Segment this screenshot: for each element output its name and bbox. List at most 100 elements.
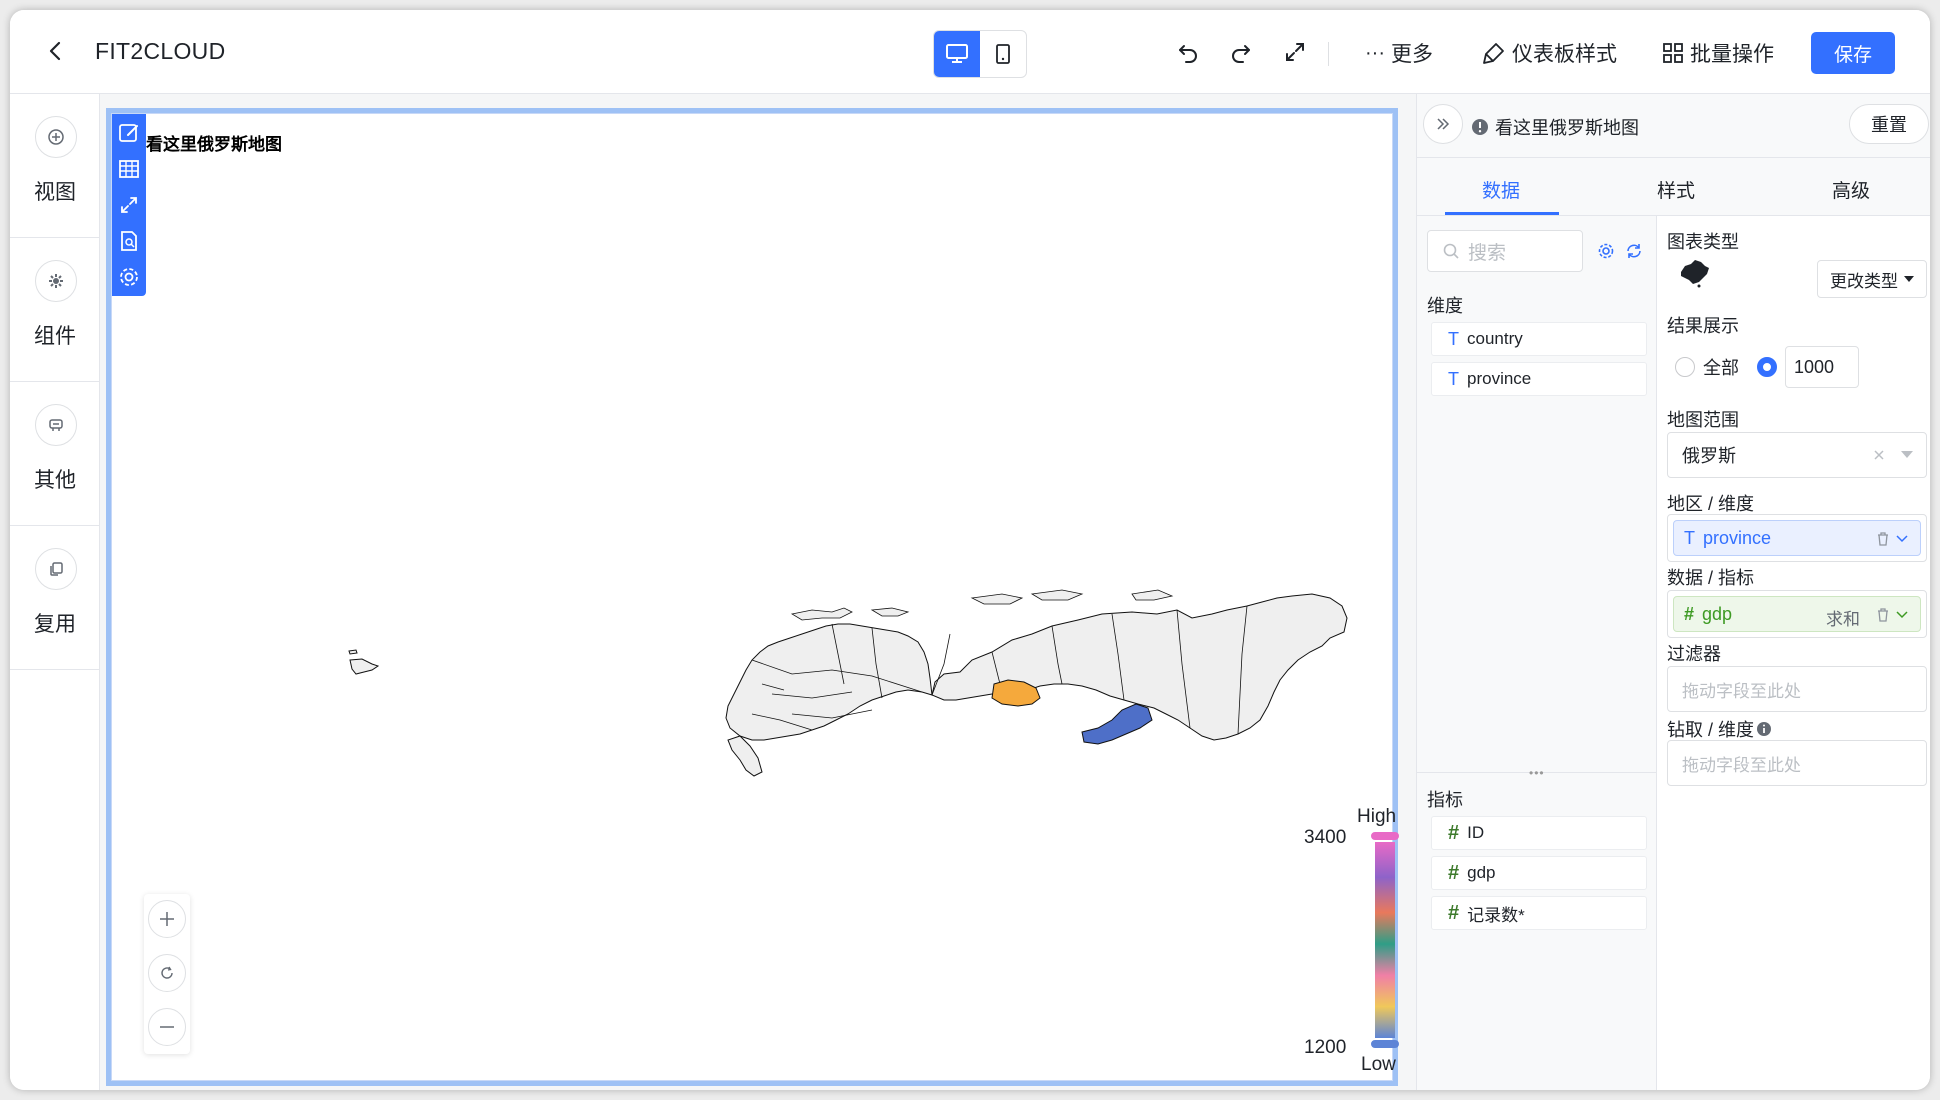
view-details-icon[interactable] (114, 226, 144, 256)
metric-field-record-count[interactable]: # 记录数* (1431, 896, 1647, 930)
metric-field-gdp[interactable]: # gdp (1431, 856, 1647, 890)
legend-high-label: High (1357, 806, 1397, 827)
more-label: 更多 (1390, 43, 1433, 66)
number-type-icon: # (1448, 861, 1460, 884)
panel-title-text: 看这里俄罗斯地图 (1495, 118, 1639, 138)
drag-handle-icon[interactable]: ••• (1529, 766, 1545, 780)
field-name: 记录数* (1467, 905, 1525, 925)
settings-icon[interactable] (114, 262, 144, 292)
metric-field-id[interactable]: # ID (1431, 816, 1647, 850)
result-all-label: 全部 (1703, 358, 1739, 378)
table-icon[interactable] (114, 154, 144, 184)
dimension-field-province[interactable]: T province (1431, 362, 1647, 396)
copy-icon (35, 548, 77, 590)
result-display-label: 结果展示 (1667, 316, 1739, 336)
batch-operation-button[interactable]: 批量操作 (1662, 36, 1774, 70)
map-range-select[interactable]: 俄罗斯 (1667, 432, 1927, 478)
map-chart-widget[interactable]: 看这里俄罗斯地图 High 3400 1200 Low (106, 108, 1399, 1086)
dimension-field-country[interactable]: T country (1431, 322, 1647, 356)
sidebar-item-label: 其他 (34, 469, 76, 492)
component-sidebar: 视图 组件 其他 复用 (10, 94, 100, 1090)
filter-label: 过滤器 (1667, 644, 1721, 664)
tab-advanced[interactable]: 高级 (1832, 176, 1870, 203)
sidebar-item-component[interactable]: 组件 (10, 238, 100, 382)
dashboard-style-button[interactable]: 仪表板样式 (1482, 36, 1617, 70)
result-all-radio[interactable] (1675, 357, 1695, 377)
field-settings-button[interactable] (1595, 240, 1617, 262)
area-dimension-label: 地区 / 维度 (1667, 494, 1755, 514)
filter-dropzone[interactable]: 拖动字段至此处 (1667, 666, 1927, 712)
field-name: province (1467, 369, 1532, 388)
widget-title: 看这里俄罗斯地图 (146, 135, 282, 154)
reset-button[interactable]: 重置 (1849, 104, 1929, 144)
gear-icon (35, 260, 77, 302)
drill-label: 钻取 / 维度 (1667, 720, 1755, 740)
number-type-icon: # (1684, 603, 1695, 624)
ellipsis-icon: ··· (1365, 41, 1385, 64)
chevron-left-icon (49, 41, 61, 61)
info-icon (1472, 119, 1488, 135)
zoom-in-button[interactable] (148, 900, 186, 938)
result-limit-input[interactable]: 1000 (1785, 346, 1859, 388)
widget-edit-toolbar (112, 114, 146, 296)
map-range-value: 俄罗斯 (1682, 446, 1736, 466)
back-button[interactable] (38, 34, 72, 68)
result-display-options: 全部 1000 (1675, 346, 1859, 388)
dimension-section-label: 维度 (1427, 296, 1463, 316)
text-type-icon: T (1448, 368, 1459, 389)
zoom-reset-button[interactable] (148, 954, 186, 992)
change-type-button[interactable]: 更改类型 (1817, 260, 1927, 298)
legend-high-handle (1371, 832, 1399, 840)
data-metric-dropzone[interactable]: # gdp 求和 (1667, 590, 1927, 638)
tab-style[interactable]: 样式 (1657, 176, 1695, 203)
area-dimension-chip[interactable]: T province (1673, 520, 1921, 556)
field-search-input[interactable]: 搜索 (1427, 230, 1583, 272)
collapse-panel-button[interactable] (1423, 104, 1463, 144)
field-name: country (1467, 329, 1523, 348)
map-zoom-controls (144, 894, 190, 1054)
sidebar-item-other[interactable]: 其他 (10, 382, 100, 526)
mobile-view-button[interactable] (980, 31, 1026, 77)
data-metric-chip[interactable]: # gdp 求和 (1673, 596, 1921, 632)
result-limit-radio[interactable] (1757, 357, 1777, 377)
refresh-fields-button[interactable] (1623, 240, 1645, 262)
number-type-icon: # (1448, 821, 1460, 844)
map-region-western (725, 623, 933, 741)
save-button[interactable]: 保存 (1811, 32, 1895, 74)
gear-icon (1598, 243, 1614, 259)
more-button[interactable]: ··· 更多 (1365, 36, 1433, 70)
minus-icon (160, 1026, 174, 1028)
tab-data[interactable]: 数据 (1482, 176, 1520, 203)
redo-button[interactable] (1223, 34, 1259, 70)
top-toolbar: FIT2CLOUD ··· 更多 仪表板样式 批量操作 保存 (10, 10, 1930, 94)
phone-icon (996, 44, 1010, 64)
desktop-view-button[interactable] (934, 31, 980, 77)
enlarge-icon[interactable] (114, 190, 144, 220)
drill-dropzone[interactable]: 拖动字段至此处 (1667, 740, 1927, 786)
legend-gradient (1375, 842, 1395, 1038)
map-range-label: 地图范围 (1667, 410, 1739, 430)
sidebar-item-label: 视图 (34, 181, 76, 204)
device-switch (933, 30, 1027, 78)
sidebar-item-reuse[interactable]: 复用 (10, 526, 100, 670)
tab-active-indicator (1445, 212, 1559, 215)
undo-button[interactable] (1170, 34, 1206, 70)
zoom-out-button[interactable] (148, 1008, 186, 1046)
caret-down-icon (1904, 276, 1914, 282)
plus-circle-icon (35, 116, 77, 158)
sidebar-item-view[interactable]: 视图 (10, 94, 100, 238)
fullscreen-button[interactable] (1277, 34, 1313, 70)
redo-icon (1232, 45, 1250, 63)
visual-map-legend[interactable] (1368, 832, 1402, 1054)
legend-low-handle (1371, 1040, 1399, 1048)
metric-section-label: 指标 (1427, 790, 1463, 810)
russia-map[interactable] (232, 514, 1362, 794)
panel-title: 看这里俄罗斯地图 (1471, 114, 1639, 140)
edit-icon[interactable] (114, 118, 144, 148)
clear-icon (1874, 450, 1884, 460)
area-dimension-dropzone[interactable]: T province (1667, 514, 1927, 562)
text-type-icon: T (1448, 328, 1459, 349)
chart-config-column: 图表类型 更改类型 结果展示 全部 1000 地图范围 俄罗斯 地区 / 维度 … (1657, 216, 1930, 1090)
widget-frame: 看这里俄罗斯地图 High 3400 1200 Low (111, 113, 1399, 1081)
batch-operation-label: 批量操作 (1690, 43, 1774, 66)
